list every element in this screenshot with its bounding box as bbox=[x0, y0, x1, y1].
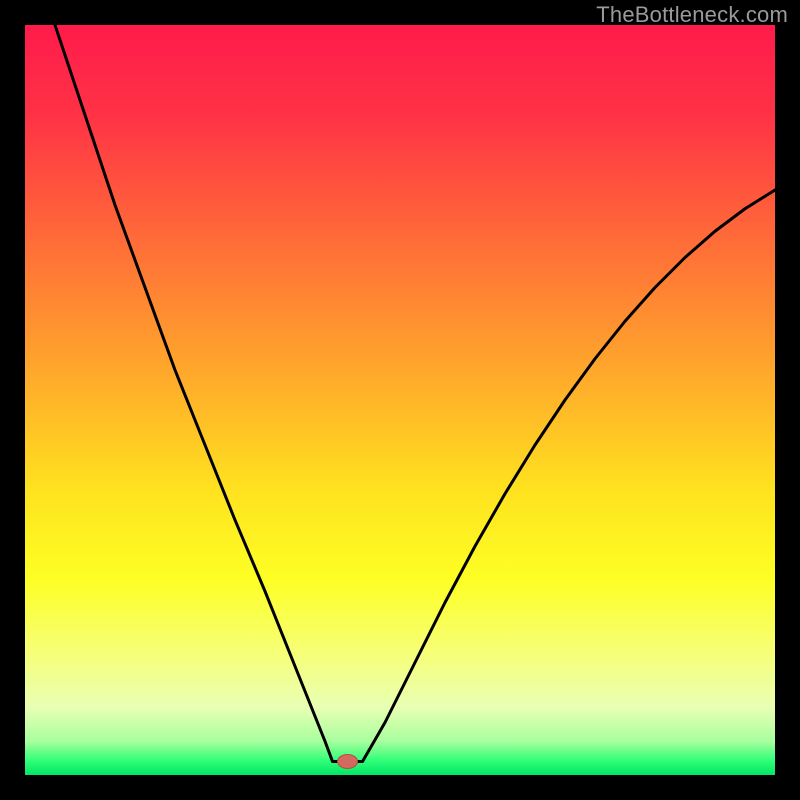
optimum-marker bbox=[338, 755, 358, 769]
chart-svg bbox=[25, 25, 775, 775]
chart-frame: TheBottleneck.com bbox=[0, 0, 800, 800]
gradient-background bbox=[25, 25, 775, 775]
plot-area bbox=[25, 25, 775, 775]
